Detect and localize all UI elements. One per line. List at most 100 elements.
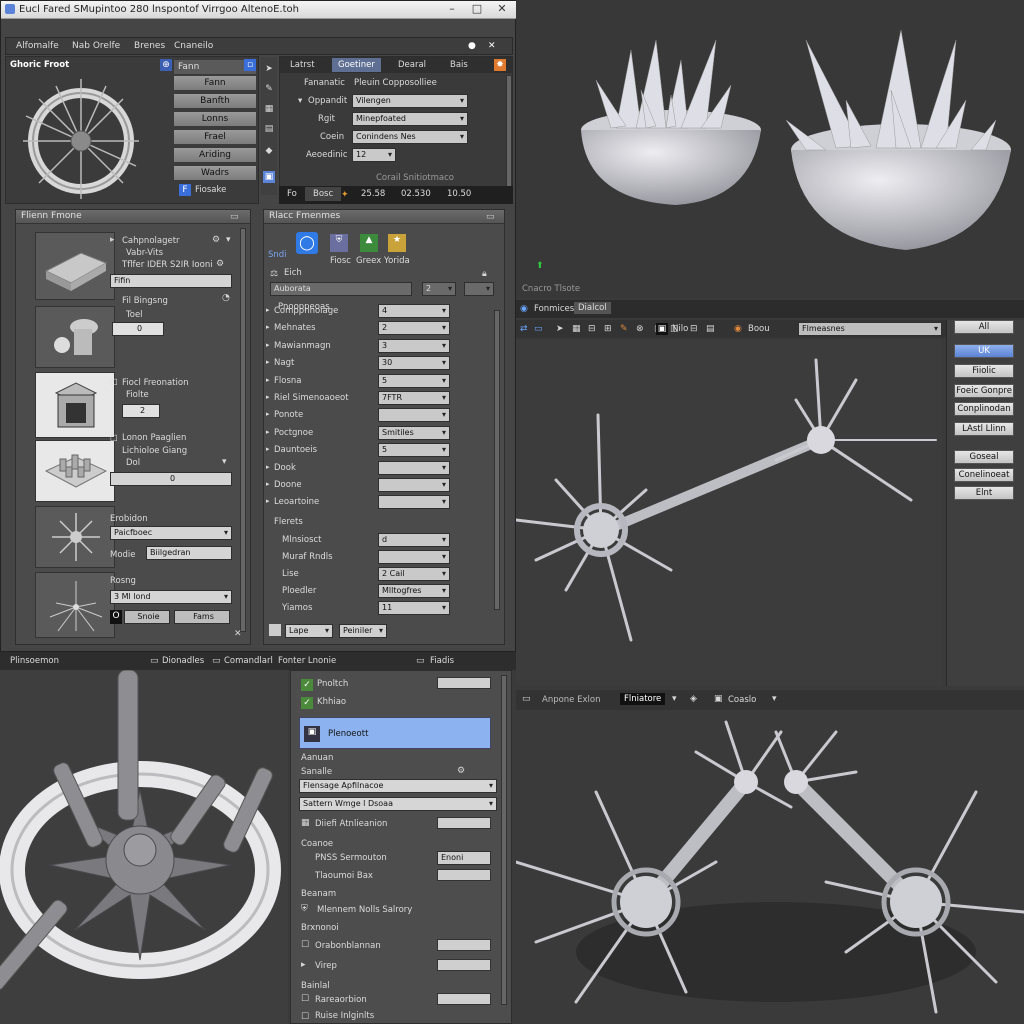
chevron-down-icon[interactable]: ▾ xyxy=(442,585,446,597)
checkbox-icon[interactable]: ☐ xyxy=(110,378,118,388)
bl-tab-5[interactable]: Fiadis xyxy=(430,656,454,666)
row3-input[interactable]: Minepfoated ▾ xyxy=(352,112,468,126)
chevron-down-icon[interactable]: ▾ xyxy=(442,462,446,474)
mesh-row2-input[interactable]: 11 ▾ xyxy=(378,600,450,615)
elnt-button[interactable]: Elnt xyxy=(954,486,1014,500)
search-input[interactable]: Auborata xyxy=(270,282,412,296)
row-2-button[interactable]: Enoni xyxy=(437,851,491,865)
item6-button-1[interactable]: Snoie xyxy=(124,610,170,624)
gonpre-button[interactable]: Foeic Gonpre xyxy=(954,384,1014,398)
bl-tab-4[interactable]: Fonter Lnonie xyxy=(278,656,336,666)
footer-button-1[interactable]: Lape ▾ xyxy=(285,624,333,638)
viewport-tab-1[interactable]: Fonmices xyxy=(534,304,574,314)
ruler-icon[interactable]: ⊟ xyxy=(588,323,596,335)
mesh-row-input[interactable]: Smitiles ▾ xyxy=(378,425,450,440)
mesh-row-input[interactable]: 3 ▾ xyxy=(378,338,450,353)
tab-1[interactable]: Latrst xyxy=(290,60,315,70)
banfth-button[interactable]: Banfth xyxy=(173,93,257,109)
chevron-down-icon[interactable]: ▾ xyxy=(442,602,446,614)
mesh-row2-input[interactable]: d ▾ xyxy=(378,532,450,547)
layers-icon[interactable]: ▤ xyxy=(263,123,275,135)
bl-tab-2[interactable]: Dionadles xyxy=(162,656,204,666)
frael-button[interactable]: Frael xyxy=(173,129,257,145)
tree-icon[interactable]: ▲ xyxy=(360,234,378,252)
check-icon[interactable]: ✓ xyxy=(301,679,313,691)
shape-icon[interactable]: ◆ xyxy=(263,145,275,157)
item5-input[interactable]: Biilgedran xyxy=(146,546,232,560)
tab-3[interactable]: Dearal xyxy=(398,60,426,70)
gear-icon[interactable]: ⚙ xyxy=(216,258,224,270)
chevron-down-icon[interactable]: ▾ xyxy=(442,479,446,491)
panel-icon[interactable]: ▤ xyxy=(706,323,715,335)
tab-4[interactable]: Bais xyxy=(450,60,468,70)
maximize-icon[interactable]: □ xyxy=(466,2,488,17)
grid-icon[interactable]: ▦ xyxy=(263,103,275,115)
staff-viewport[interactable] xyxy=(516,340,942,686)
checkbox-icon[interactable]: ☐ xyxy=(110,434,118,444)
close-icon[interactable]: ✕ xyxy=(491,2,513,17)
star-icon[interactable]: ★ xyxy=(388,234,406,252)
lock-icon[interactable]: 🔒︎ xyxy=(482,268,487,280)
chevron-down-icon[interactable]: ▾ xyxy=(226,234,231,246)
thumb-4[interactable] xyxy=(35,440,115,502)
toolbar-search[interactable]: Boou xyxy=(748,324,770,334)
bowl-viewport[interactable]: ⬆ Cnacro Tlsote xyxy=(516,0,1024,298)
chevron-down-icon[interactable]: ▾ xyxy=(442,375,446,387)
fiiolic-button[interactable]: Fiiolic xyxy=(954,364,1014,378)
mesh-row-input[interactable]: 5 ▾ xyxy=(378,443,450,458)
checkbox-icon[interactable]: ☐ xyxy=(301,1011,309,1023)
mesh-row2-input[interactable]: ▾ xyxy=(378,549,450,564)
link-icon[interactable]: ⊗ xyxy=(636,323,644,335)
mesh-row-input[interactable]: ▾ xyxy=(378,408,450,423)
chevron-down-icon[interactable]: ▾ xyxy=(442,444,446,456)
checkbox-icon[interactable] xyxy=(269,624,281,636)
bar-label-b[interactable]: Flniatore xyxy=(620,693,666,705)
item2-input[interactable]: 0 xyxy=(112,322,164,336)
chevron-down-icon[interactable]: ▾ xyxy=(442,496,446,508)
item3-input[interactable]: 2 xyxy=(122,404,160,418)
checkbox-icon[interactable]: ☐ xyxy=(301,939,309,951)
dropdown-2[interactable]: Sattern Wmge l Dsoaa ▾ xyxy=(299,797,497,811)
conelinoeat-button[interactable]: Conelinoeat xyxy=(954,468,1014,482)
mesh-row-input[interactable]: ▾ xyxy=(378,478,450,492)
panel-menu-icon[interactable]: ▭ xyxy=(486,211,495,223)
mesh-scrollbar[interactable] xyxy=(494,310,500,610)
viewport-tab-2[interactable]: Dialcol xyxy=(574,302,611,314)
strip-value-2[interactable]: Bosc xyxy=(305,187,342,201)
pin-icon[interactable]: ⊕ xyxy=(160,59,172,71)
row5-input[interactable]: 12 ▾ xyxy=(352,148,396,162)
mesh-row-input[interactable]: 7FTR ▾ xyxy=(378,391,450,405)
wadrs-button[interactable]: Wadrs xyxy=(173,165,257,181)
chevron-down-icon[interactable]: ▾ xyxy=(442,322,446,334)
fann-button[interactable]: Fann xyxy=(173,75,257,91)
layout-icon[interactable]: ⊟ xyxy=(690,323,698,335)
eye-icon[interactable]: ◉ xyxy=(520,303,528,315)
window-icon[interactable]: ▭ xyxy=(522,693,531,705)
row4-input[interactable]: Conindens Nes ▾ xyxy=(352,130,468,144)
chevron-down-icon[interactable]: ▾ xyxy=(672,693,677,705)
wheel-closeup-viewport[interactable] xyxy=(0,670,288,1024)
item6-dropdown[interactable]: 3 Ml lond ▾ xyxy=(110,590,232,604)
bar-label-c[interactable]: Coaslo xyxy=(728,695,756,705)
checkbox-icon[interactable]: ☐ xyxy=(301,993,309,1005)
ariding-button[interactable]: Ariding xyxy=(173,147,257,163)
dot-icon[interactable]: ◈ xyxy=(690,693,697,705)
grid-icon[interactable]: ▦ xyxy=(572,323,581,335)
window-icon[interactable]: ▭ xyxy=(212,655,221,667)
move-icon[interactable]: ⇄ xyxy=(520,323,528,335)
close-icon[interactable]: ✕ xyxy=(488,40,496,52)
selected-layer[interactable]: ▣ Plenoeott xyxy=(299,717,491,749)
row-7-swatch[interactable] xyxy=(437,993,491,1005)
thumb-2[interactable] xyxy=(35,306,115,368)
chevron-down-icon[interactable]: ▾ xyxy=(442,427,446,439)
chevron-down-icon[interactable]: ▾ xyxy=(442,534,446,546)
mesh-row-input[interactable]: 5 ▾ xyxy=(378,373,450,388)
thumb-5[interactable] xyxy=(35,506,115,568)
window-icon[interactable]: ▭ xyxy=(150,655,159,667)
tab-2[interactable]: Goetiner xyxy=(332,58,381,72)
all-button[interactable]: All xyxy=(954,320,1014,334)
chevron-down-icon[interactable]: ▾ xyxy=(442,551,446,563)
camera-icon[interactable]: ▣ xyxy=(263,171,275,183)
search-stepper[interactable]: 2 ▾ xyxy=(422,282,456,296)
shield-icon[interactable]: ⛨ xyxy=(330,234,348,252)
